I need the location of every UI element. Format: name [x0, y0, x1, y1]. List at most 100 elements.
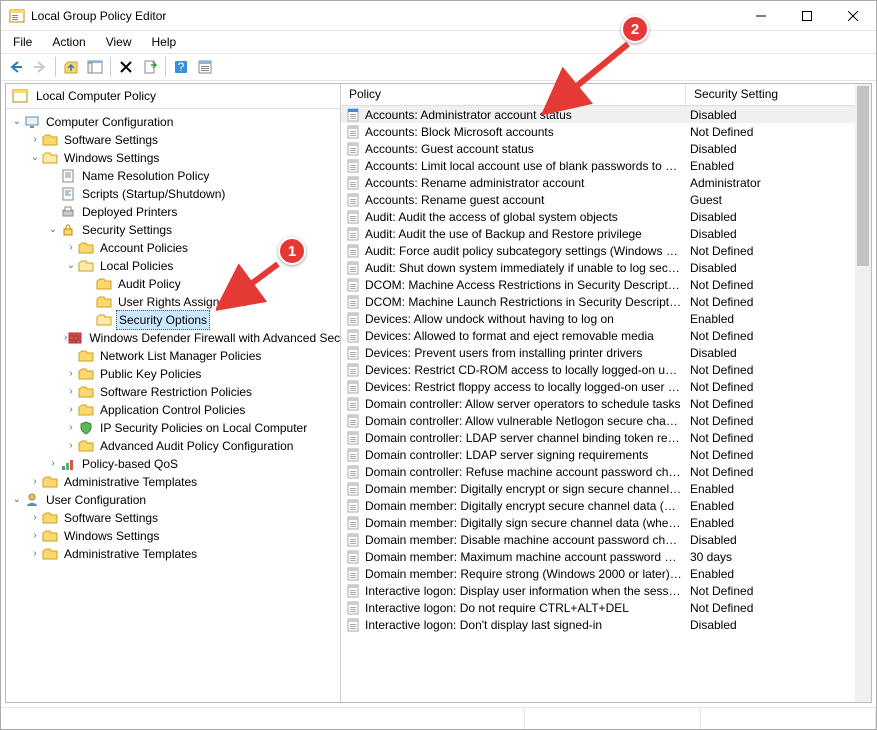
annotation-marker-1: 1 — [278, 237, 306, 265]
tree-pane[interactable]: Local Computer Policy ⌄Computer Configur… — [6, 84, 341, 702]
policy-row[interactable]: DCOM: Machine Access Restrictions in Sec… — [341, 276, 871, 293]
policy-row[interactable]: Domain member: Digitally sign secure cha… — [341, 514, 871, 531]
tree-root[interactable]: Local Computer Policy — [6, 84, 340, 109]
tree-node-scripts[interactable]: Scripts (Startup/Shutdown) — [6, 185, 340, 203]
tree-node-public-key-policies[interactable]: ›Public Key Policies — [6, 365, 340, 383]
policy-row[interactable]: Audit: Audit the access of global system… — [341, 208, 871, 225]
policy-row[interactable]: Devices: Allowed to format and eject rem… — [341, 327, 871, 344]
tree-node-windows-settings[interactable]: ⌄Windows Settings — [6, 149, 340, 167]
policy-row[interactable]: Accounts: Rename administrator accountAd… — [341, 174, 871, 191]
policy-row[interactable]: Devices: Restrict floppy access to local… — [341, 378, 871, 395]
tree-node-application-control[interactable]: ›Application Control Policies — [6, 401, 340, 419]
policy-row[interactable]: Accounts: Guest account statusDisabled — [341, 140, 871, 157]
twist-icon[interactable]: ⌄ — [10, 113, 24, 131]
up-button[interactable] — [60, 56, 82, 78]
policy-row[interactable]: Devices: Prevent users from installing p… — [341, 344, 871, 361]
policy-row[interactable]: Domain controller: Allow server operator… — [341, 395, 871, 412]
menu-help[interactable]: Help — [144, 33, 185, 51]
twist-icon[interactable]: › — [28, 545, 42, 563]
twist-icon[interactable]: › — [28, 527, 42, 545]
policy-row[interactable]: Audit: Shut down system immediately if u… — [341, 259, 871, 276]
policy-row[interactable]: Audit: Force audit policy subcategory se… — [341, 242, 871, 259]
menu-action[interactable]: Action — [44, 33, 93, 51]
twist-icon[interactable]: › — [64, 437, 78, 455]
tree-node-ip-security[interactable]: ›IP Security Policies on Local Computer — [6, 419, 340, 437]
twist-icon[interactable]: › — [28, 473, 42, 491]
policy-row[interactable]: Domain member: Disable machine account p… — [341, 531, 871, 548]
tree-node-user-software-settings[interactable]: ›Software Settings — [6, 509, 340, 527]
twist-icon[interactable]: ⌄ — [46, 221, 60, 239]
policy-icon — [345, 379, 361, 395]
tree-node-network-list-manager[interactable]: Network List Manager Policies — [6, 347, 340, 365]
tree-node-windows-defender-firewall[interactable]: ›Windows Defender Firewall with Advanced… — [6, 329, 340, 347]
maximize-button[interactable] — [784, 1, 830, 31]
policy-row[interactable]: Accounts: Rename guest accountGuest — [341, 191, 871, 208]
policy-row[interactable]: Domain controller: Refuse machine accoun… — [341, 463, 871, 480]
tree-node-deployed-printers[interactable]: Deployed Printers — [6, 203, 340, 221]
tree-node-software-settings[interactable]: ›Software Settings — [6, 131, 340, 149]
tree-node-software-restriction[interactable]: ›Software Restriction Policies — [6, 383, 340, 401]
twist-icon[interactable]: › — [64, 419, 78, 437]
list-body[interactable]: Accounts: Administrator account statusDi… — [341, 106, 871, 702]
tree-node-user-configuration[interactable]: ⌄User Configuration — [6, 491, 340, 509]
tree-node-security-options[interactable]: Security Options — [6, 311, 340, 329]
script-icon — [60, 186, 76, 202]
policy-row[interactable]: Audit: Audit the use of Backup and Resto… — [341, 225, 871, 242]
back-button[interactable] — [5, 56, 27, 78]
policy-row[interactable]: Accounts: Limit local account use of bla… — [341, 157, 871, 174]
twist-icon[interactable]: › — [28, 131, 42, 149]
policy-row[interactable]: Domain member: Require strong (Windows 2… — [341, 565, 871, 582]
menu-view[interactable]: View — [98, 33, 140, 51]
twist-icon[interactable]: › — [28, 509, 42, 527]
policy-row[interactable]: Domain controller: LDAP server signing r… — [341, 446, 871, 463]
folder-open-icon — [42, 150, 58, 166]
tree-node-audit-policy[interactable]: Audit Policy — [6, 275, 340, 293]
twist-icon[interactable]: ⌄ — [28, 149, 42, 167]
policy-row[interactable]: Accounts: Block Microsoft accountsNot De… — [341, 123, 871, 140]
policy-row[interactable]: Domain controller: Allow vulnerable Netl… — [341, 412, 871, 429]
menu-file[interactable]: File — [5, 33, 40, 51]
policy-row[interactable]: Devices: Restrict CD-ROM access to local… — [341, 361, 871, 378]
tree-node-advanced-audit[interactable]: ›Advanced Audit Policy Configuration — [6, 437, 340, 455]
policy-row[interactable]: Interactive logon: Don't display last si… — [341, 616, 871, 633]
policy-icon — [345, 498, 361, 514]
tree-node-user-rights-assignment[interactable]: User Rights Assignment — [6, 293, 340, 311]
column-security-setting[interactable]: Security Setting — [686, 84, 871, 105]
policy-row[interactable]: Domain controller: LDAP server channel b… — [341, 429, 871, 446]
policy-row[interactable]: DCOM: Machine Launch Restrictions in Sec… — [341, 293, 871, 310]
printer-icon — [60, 204, 76, 220]
twist-icon[interactable]: › — [64, 401, 78, 419]
show-hide-tree-button[interactable] — [84, 56, 106, 78]
tree-node-name-resolution-policy[interactable]: Name Resolution Policy — [6, 167, 340, 185]
tree-node-user-windows-settings[interactable]: ›Windows Settings — [6, 527, 340, 545]
twist-icon[interactable]: › — [46, 455, 60, 473]
scrollbar-thumb[interactable] — [857, 86, 869, 266]
tree-node-computer-configuration[interactable]: ⌄Computer Configuration — [6, 113, 340, 131]
help-button[interactable]: ? — [170, 56, 192, 78]
twist-icon[interactable]: › — [64, 365, 78, 383]
tree-node-user-administrative-templates[interactable]: ›Administrative Templates — [6, 545, 340, 563]
policy-row[interactable]: Interactive logon: Do not require CTRL+A… — [341, 599, 871, 616]
minimize-button[interactable] — [738, 1, 784, 31]
policy-row[interactable]: Domain member: Maximum machine account p… — [341, 548, 871, 565]
delete-button[interactable] — [115, 56, 137, 78]
policy-row[interactable]: Domain member: Digitally encrypt or sign… — [341, 480, 871, 497]
vertical-scrollbar[interactable] — [855, 84, 871, 702]
twist-icon[interactable]: ⌄ — [64, 257, 78, 275]
twist-icon[interactable]: ⌄ — [10, 491, 24, 509]
policy-icon — [345, 515, 361, 531]
policy-row[interactable]: Devices: Allow undock without having to … — [341, 310, 871, 327]
policy-row[interactable]: Interactive logon: Display user informat… — [341, 582, 871, 599]
twist-icon[interactable]: › — [64, 383, 78, 401]
tree-node-administrative-templates[interactable]: ›Administrative Templates — [6, 473, 340, 491]
forward-button[interactable] — [29, 56, 51, 78]
tree-node-policy-based-qos[interactable]: ›Policy-based QoS — [6, 455, 340, 473]
policy-setting: Disabled — [686, 261, 871, 275]
close-button[interactable] — [830, 1, 876, 31]
twist-icon[interactable]: › — [64, 239, 78, 257]
policy-icon — [345, 328, 361, 344]
annotation-marker-2: 2 — [621, 15, 649, 43]
properties-button[interactable] — [194, 56, 216, 78]
policy-row[interactable]: Domain member: Digitally encrypt secure … — [341, 497, 871, 514]
export-button[interactable] — [139, 56, 161, 78]
